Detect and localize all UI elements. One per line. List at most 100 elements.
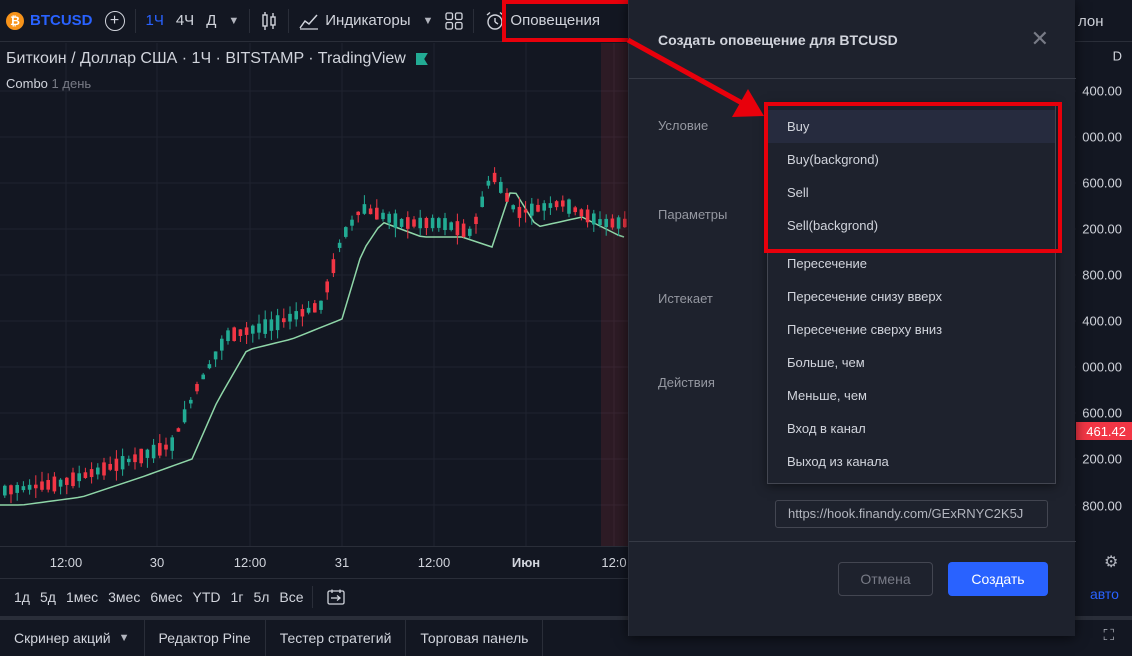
candle-body bbox=[195, 384, 199, 392]
candle-body bbox=[505, 192, 509, 202]
time-tick: 12:00 bbox=[49, 555, 83, 570]
candle-body bbox=[375, 207, 379, 220]
toolbar-divider bbox=[288, 8, 290, 33]
chart-type-button[interactable] bbox=[254, 0, 284, 42]
range-5d-button[interactable]: 5д bbox=[38, 589, 64, 605]
indicators-button[interactable]: Индикаторы bbox=[293, 0, 416, 42]
price-currency-label[interactable]: D bbox=[1113, 49, 1122, 64]
candle-body bbox=[313, 303, 317, 313]
candle-body bbox=[517, 206, 522, 218]
candle-body bbox=[554, 201, 559, 208]
create-button[interactable]: Создать bbox=[948, 562, 1048, 596]
cancel-button[interactable]: Отмена bbox=[838, 562, 933, 596]
range-all-button[interactable]: Все bbox=[277, 589, 311, 605]
range-3m-button[interactable]: 3мес bbox=[106, 589, 148, 605]
candle-body bbox=[182, 409, 187, 423]
candle-body bbox=[523, 209, 528, 213]
interval-1h-button[interactable]: 1Ч bbox=[140, 0, 170, 42]
candle-body bbox=[3, 485, 7, 496]
candle-body bbox=[164, 444, 168, 450]
range-1m-button[interactable]: 1мес bbox=[64, 589, 106, 605]
range-1y-button[interactable]: 1г bbox=[229, 589, 252, 605]
candle-body bbox=[89, 469, 94, 478]
dropdown-option-exit-channel[interactable]: Выход из канала bbox=[768, 445, 1055, 478]
tab-pine-editor[interactable]: Редактор Pine bbox=[145, 620, 266, 656]
candle-body bbox=[189, 399, 193, 404]
chart-legend-indicator[interactable]: Combo 1 день bbox=[6, 76, 91, 91]
gear-icon[interactable]: ⚙ bbox=[1104, 552, 1118, 572]
time-axis[interactable]: 12:00 30 12:00 31 12:00 Июн 12:0 bbox=[0, 546, 640, 576]
dropdown-option-crossing-up[interactable]: Пересечение снизу вверх bbox=[768, 280, 1055, 313]
indicator-name: Combo bbox=[6, 76, 48, 91]
compare-button[interactable]: + bbox=[99, 0, 131, 42]
candle-body bbox=[232, 327, 236, 341]
toolbar-divider bbox=[249, 8, 251, 33]
candle-body bbox=[170, 437, 174, 451]
flag-icon[interactable] bbox=[415, 53, 428, 65]
candle-body bbox=[443, 218, 447, 231]
candle-body bbox=[120, 456, 125, 470]
candle-body bbox=[220, 338, 224, 351]
range-1d-button[interactable]: 1д bbox=[0, 589, 38, 605]
range-6m-button[interactable]: 6мес bbox=[148, 589, 190, 605]
close-icon[interactable]: ✕ bbox=[1031, 28, 1049, 50]
candle-body bbox=[381, 212, 385, 220]
candle-body bbox=[151, 444, 156, 459]
auto-scale-button[interactable]: авто bbox=[1090, 586, 1119, 602]
candle-body bbox=[461, 223, 466, 237]
price-tick: 000.00 bbox=[1082, 359, 1122, 375]
candle-body bbox=[393, 213, 398, 228]
candle-body bbox=[548, 203, 553, 208]
price-tick: 200.00 bbox=[1082, 451, 1122, 467]
time-tick: 31 bbox=[334, 555, 350, 570]
current-price-badge: 461.42 bbox=[1076, 422, 1132, 440]
tab-strategy-tester[interactable]: Тестер стратегий bbox=[266, 620, 407, 656]
candle-body bbox=[15, 484, 19, 493]
candle-body bbox=[536, 204, 540, 212]
candle-body bbox=[492, 172, 497, 183]
price-tick: 000.00 bbox=[1082, 129, 1122, 145]
candle-body bbox=[133, 454, 137, 463]
alerts-highlight-frame bbox=[502, 0, 633, 42]
range-ytd-button[interactable]: YTD bbox=[191, 589, 229, 605]
tab-stock-screener[interactable]: Скринер акций ▼ bbox=[0, 620, 145, 656]
candle-body bbox=[40, 481, 44, 490]
dialog-title: Создать оповещение для BTCUSD bbox=[658, 32, 898, 48]
layouts-button[interactable] bbox=[439, 0, 469, 42]
candle-body bbox=[263, 319, 267, 334]
range-toolbar: 1д 5д 1мес 3мес 6мес YTD 1г 5л Все bbox=[0, 578, 640, 614]
candle-body bbox=[96, 467, 100, 475]
candle-body bbox=[201, 374, 205, 380]
webhook-url-input[interactable]: https://hook.finandy.com/GExRNYC2K5J bbox=[775, 500, 1048, 528]
candle-body bbox=[356, 211, 360, 216]
candle-body bbox=[616, 217, 621, 229]
candle-body bbox=[530, 203, 534, 216]
chevron-down-icon: ▼ bbox=[228, 14, 240, 27]
actions-label: Действия bbox=[658, 375, 715, 390]
dropdown-option-enter-channel[interactable]: Вход в канал bbox=[768, 412, 1055, 445]
dropdown-option-crossing-down[interactable]: Пересечение сверху вниз bbox=[768, 313, 1055, 346]
interval-4h-button[interactable]: 4Ч bbox=[170, 0, 200, 42]
dialog-divider bbox=[629, 78, 1076, 79]
symbol-selector[interactable]: ₿ BTCUSD bbox=[0, 0, 99, 42]
candle-body bbox=[567, 199, 571, 214]
dropdown-option-less-than[interactable]: Меньше, чем bbox=[768, 379, 1055, 412]
dropdown-option-greater-than[interactable]: Больше, чем bbox=[768, 346, 1055, 379]
fullscreen-icon[interactable]: ⛶ bbox=[1103, 627, 1114, 644]
candle-body bbox=[251, 325, 255, 334]
candle-body bbox=[499, 181, 503, 193]
interval-dropdown-button[interactable]: ▼ bbox=[222, 0, 245, 42]
candle-body bbox=[455, 221, 460, 236]
candle-body bbox=[306, 307, 311, 313]
time-tick: 12:0 bbox=[601, 555, 627, 570]
price-axis[interactable]: D 400.00 000.00 600.00 200.00 800.00 400… bbox=[1076, 43, 1132, 546]
interval-day-button[interactable]: Д bbox=[200, 0, 222, 42]
moving-average-line bbox=[0, 192, 625, 506]
indicators-dropdown-button[interactable]: ▼ bbox=[417, 0, 440, 42]
tab-trading-panel[interactable]: Торговая панель bbox=[406, 620, 544, 656]
candle-body bbox=[294, 311, 298, 320]
candle-body bbox=[350, 219, 354, 226]
range-5y-button[interactable]: 5л bbox=[251, 589, 277, 605]
candle-body bbox=[83, 472, 88, 478]
goto-date-button[interactable] bbox=[311, 585, 345, 608]
